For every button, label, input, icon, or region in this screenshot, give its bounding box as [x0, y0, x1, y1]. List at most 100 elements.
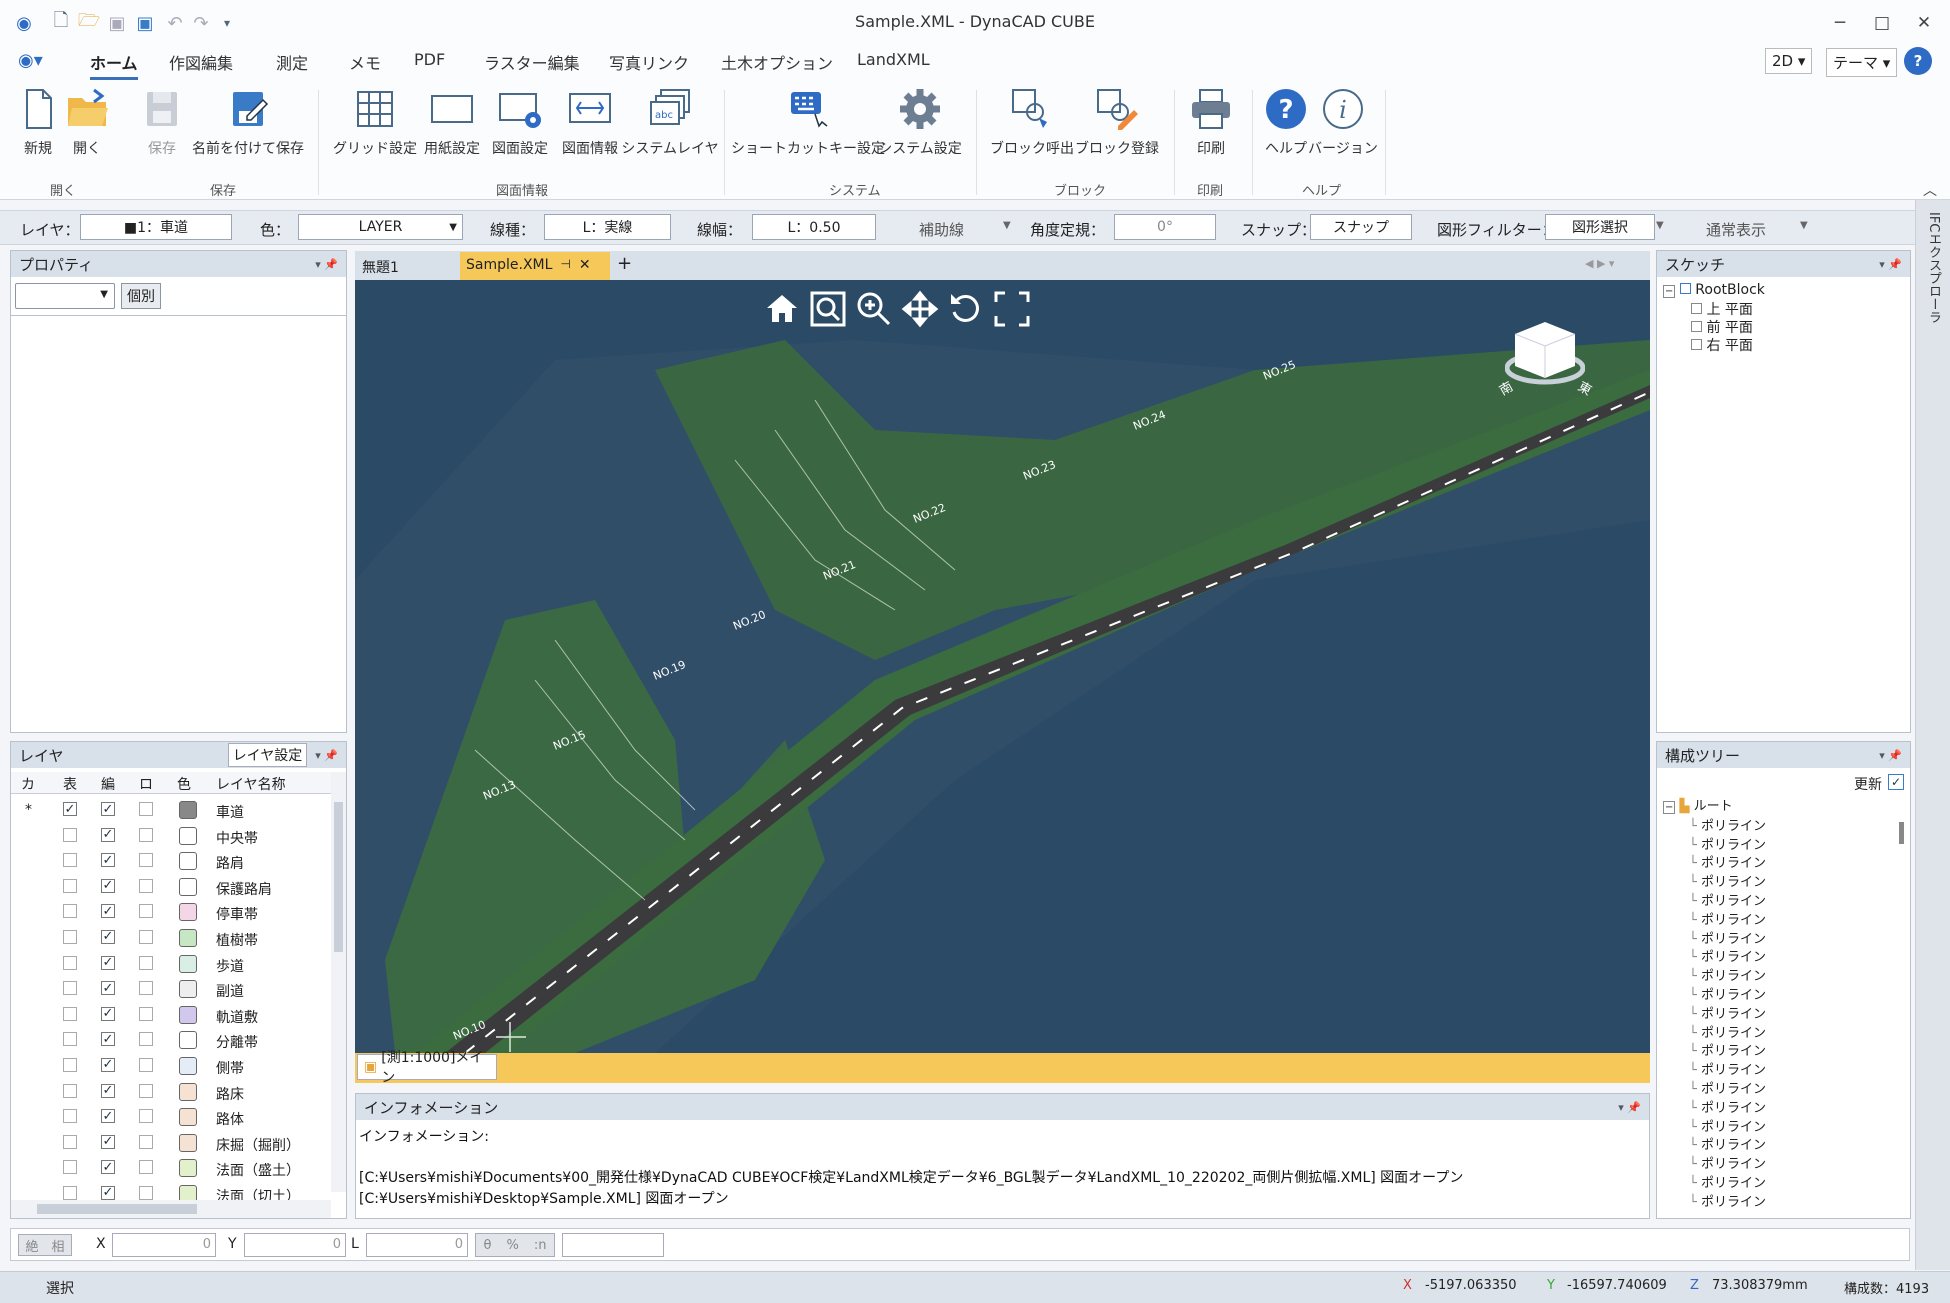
tree-item-polyline[interactable]: └ ポリライン: [1663, 855, 1766, 874]
layer-horizontal-scrollbar[interactable]: [11, 1200, 331, 1218]
chevron-down-icon[interactable]: ▼: [1800, 220, 1808, 231]
layer-vertical-scrollbar[interactable]: [331, 772, 346, 1192]
sketch-root-node[interactable]: − RootBlock: [1663, 281, 1765, 301]
editable-checkbox[interactable]: ✓: [101, 981, 115, 996]
update-checkbox[interactable]: ✓: [1888, 774, 1904, 790]
block-call-button[interactable]: ブロック呼出: [990, 86, 1074, 158]
editable-checkbox[interactable]: ✓: [101, 878, 115, 893]
lock-checkbox[interactable]: [139, 929, 153, 944]
layer-color-swatch[interactable]: [179, 877, 197, 896]
layer-color-swatch[interactable]: [179, 928, 197, 947]
lock-checkbox[interactable]: [139, 1134, 153, 1149]
snap-field[interactable]: スナップ: [1310, 214, 1412, 240]
editable-checkbox[interactable]: ✓: [101, 1006, 115, 1021]
version-button[interactable]: i バージョン: [1305, 86, 1381, 158]
layer-row[interactable]: ✓ 分離帯: [11, 1028, 331, 1054]
tree-item-polyline[interactable]: └ ポリライン: [1663, 912, 1766, 931]
fit-all-icon[interactable]: [993, 290, 1031, 328]
visible-checkbox[interactable]: [63, 955, 77, 970]
close-button[interactable]: ✕: [1904, 8, 1944, 38]
scroll-thumb[interactable]: [334, 802, 343, 952]
scroll-thumb[interactable]: [37, 1204, 197, 1214]
system-settings-button[interactable]: システム設定: [875, 86, 965, 158]
lock-checkbox[interactable]: [139, 1160, 153, 1175]
layer-row[interactable]: ✓ 停車帯: [11, 900, 331, 926]
drawing-info-button[interactable]: 図面情報: [552, 86, 628, 158]
tree-item-polyline[interactable]: └ ポリライン: [1663, 1043, 1766, 1062]
ifc-explorer-tab[interactable]: IFCエクスプローラ: [1924, 212, 1943, 323]
editable-checkbox[interactable]: ✓: [101, 1134, 115, 1149]
tree-item-polyline[interactable]: └ ポリライン: [1663, 1025, 1766, 1044]
minimize-button[interactable]: ─: [1820, 8, 1860, 38]
drawing-settings-button[interactable]: 図面設定: [482, 86, 558, 158]
sketch-item[interactable]: 前 平面: [1663, 319, 1765, 337]
visible-checkbox[interactable]: [63, 1185, 77, 1200]
grid-settings-button[interactable]: グリッド設定: [333, 86, 417, 158]
editable-checkbox[interactable]: ✓: [101, 827, 115, 842]
editable-checkbox[interactable]: ✓: [101, 853, 115, 868]
layer-color-swatch[interactable]: [179, 826, 197, 845]
tree-item-polyline[interactable]: └ ポリライン: [1663, 1100, 1766, 1119]
lock-checkbox[interactable]: [139, 827, 153, 842]
tree-item-polyline[interactable]: └ ポリライン: [1663, 1194, 1766, 1213]
lock-checkbox[interactable]: [139, 1032, 153, 1047]
tree-item-polyline[interactable]: └ ポリライン: [1663, 893, 1766, 912]
view-cube[interactable]: 南 東: [1497, 320, 1594, 400]
lock-checkbox[interactable]: [139, 955, 153, 970]
visible-checkbox[interactable]: [63, 1134, 77, 1149]
lock-checkbox[interactable]: [139, 1083, 153, 1098]
layer-color-swatch[interactable]: [179, 1108, 197, 1127]
editable-checkbox[interactable]: ✓: [101, 904, 115, 919]
tree-item-polyline[interactable]: └ ポリライン: [1663, 1062, 1766, 1081]
close-tab-icon[interactable]: ✕: [579, 257, 591, 275]
maximize-button[interactable]: □: [1862, 8, 1902, 38]
tab-civil-option[interactable]: 土木オプション: [721, 50, 833, 74]
linetype-field[interactable]: L：実線: [544, 214, 671, 240]
filter-field[interactable]: 図形選択: [1545, 214, 1655, 240]
tree-item-polyline[interactable]: └ ポリライン: [1663, 1119, 1766, 1138]
editable-checkbox[interactable]: ✓: [101, 1032, 115, 1047]
aux-line-toggle[interactable]: 補助線: [919, 219, 964, 240]
lock-checkbox[interactable]: [139, 1185, 153, 1200]
layer-settings-button[interactable]: レイヤ設定: [227, 743, 308, 767]
layer-row[interactable]: ✓ 路肩: [11, 849, 331, 875]
layer-color-swatch[interactable]: [179, 1159, 197, 1178]
panel-menu-icon[interactable]: ▾ 📌: [315, 258, 338, 271]
linewidth-field[interactable]: L：0.50: [752, 214, 876, 240]
tree-item-polyline[interactable]: └ ポリライン: [1663, 874, 1766, 893]
l-input[interactable]: 0: [366, 1233, 468, 1257]
layer-color-swatch[interactable]: [179, 954, 197, 973]
open-button[interactable]: 開く: [49, 86, 125, 158]
visible-checkbox[interactable]: [63, 827, 77, 842]
doc-tab-sample[interactable]: Sample.XML ⊣ ✕: [460, 252, 610, 280]
zoom-window-icon[interactable]: [809, 290, 847, 328]
layer-row[interactable]: ✓ 法面（盛土）: [11, 1156, 331, 1182]
layer-row[interactable]: ✓ 軌道敷: [11, 1003, 331, 1029]
lock-checkbox[interactable]: [139, 1109, 153, 1124]
editable-checkbox[interactable]: ✓: [101, 955, 115, 970]
layer-row[interactable]: ✓ 副道: [11, 977, 331, 1003]
pin-icon[interactable]: ⊣: [560, 257, 570, 275]
y-input[interactable]: 0: [244, 1233, 346, 1257]
collapse-icon[interactable]: −: [1663, 285, 1676, 298]
tab-measure[interactable]: 測定: [276, 50, 308, 74]
tree-item-polyline[interactable]: └ ポリライン: [1663, 968, 1766, 987]
tab-scroll-icon[interactable]: ◀ ▶ ▾: [1585, 257, 1614, 270]
zoom-in-icon[interactable]: [855, 290, 893, 328]
app-button-icon[interactable]: ◉▾: [18, 50, 43, 71]
collapse-ribbon-icon[interactable]: ︿: [1923, 180, 1937, 200]
cad-viewport[interactable]: NO.25 NO.24 NO.23 NO.22 NO.21 NO.20 NO.1…: [355, 280, 1650, 1053]
editable-checkbox[interactable]: ✓: [101, 929, 115, 944]
layer-color-swatch[interactable]: [179, 852, 197, 871]
tree-item-polyline[interactable]: └ ポリライン: [1663, 1137, 1766, 1156]
shortcut-key-settings-button[interactable]: ショートカットキー設定: [731, 86, 885, 158]
tab-home[interactable]: ホーム: [90, 50, 138, 80]
display-mode-toggle[interactable]: 通常表示: [1706, 219, 1766, 240]
lock-checkbox[interactable]: [139, 981, 153, 996]
tree-scroll-thumb[interactable]: [1899, 822, 1904, 844]
editable-checkbox[interactable]: ✓: [101, 802, 115, 817]
property-type-dropdown[interactable]: ▼: [15, 283, 115, 309]
tab-photo-link[interactable]: 写真リンク: [609, 50, 689, 74]
help-icon[interactable]: ?: [1904, 47, 1932, 75]
tree-item-polyline[interactable]: └ ポリライン: [1663, 949, 1766, 968]
